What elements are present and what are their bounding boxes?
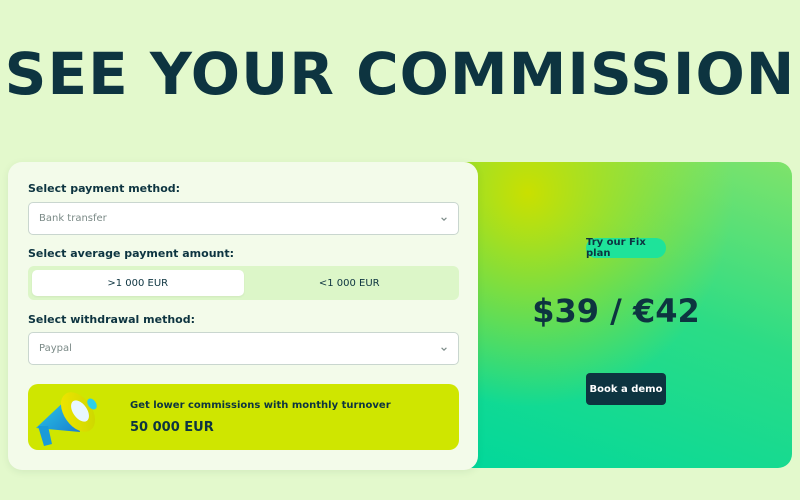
megaphone-icon [36, 392, 97, 446]
average-amount-label: Select average payment amount: [28, 247, 235, 260]
withdrawal-method-label: Select withdrawal method: [28, 313, 195, 326]
plan-price: $39 / €42 [532, 292, 700, 330]
withdrawal-method-value: Paypal [39, 343, 72, 354]
turnover-banner: Get lower commissions with monthly turno… [28, 384, 459, 450]
amount-option-under-1000[interactable]: <1 000 EUR [244, 270, 456, 296]
commission-calculator: Select payment method: Bank transfer Sel… [8, 162, 478, 470]
page-title: SEE YOUR COMMISSION [4, 40, 796, 108]
average-amount-toggle: >1 000 EUR <1 000 EUR [28, 266, 459, 300]
chevron-down-icon [441, 346, 447, 351]
page: SEE YOUR COMMISSION Try our Fix plan $39… [0, 0, 800, 500]
withdrawal-method-select[interactable]: Paypal [28, 332, 459, 365]
fix-plan-panel: Try our Fix plan $39 / €42 Book a demo [440, 162, 792, 468]
payment-method-value: Bank transfer [39, 213, 107, 224]
payment-method-select[interactable]: Bank transfer [28, 202, 459, 235]
payment-method-label: Select payment method: [28, 182, 181, 195]
amount-option-over-1000[interactable]: >1 000 EUR [32, 270, 244, 296]
chevron-down-icon [441, 216, 447, 221]
turnover-text: Get lower commissions with monthly turno… [130, 400, 391, 411]
fix-plan-badge: Try our Fix plan [586, 237, 666, 259]
book-demo-button[interactable]: Book a demo [586, 373, 666, 405]
turnover-amount: 50 000 EUR [130, 420, 214, 435]
